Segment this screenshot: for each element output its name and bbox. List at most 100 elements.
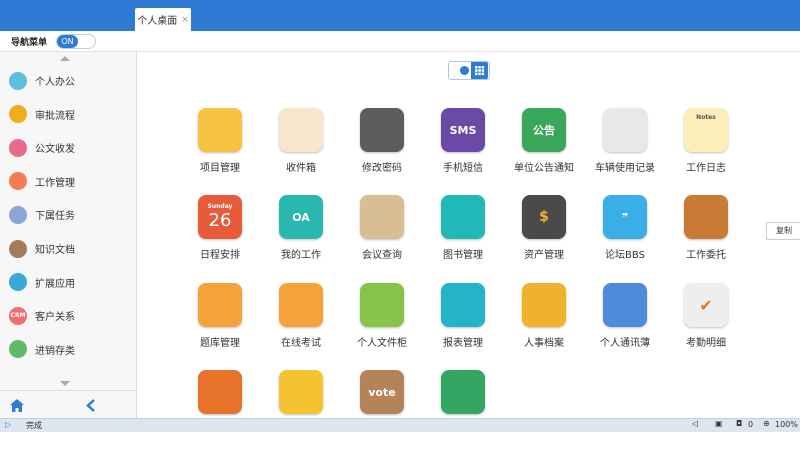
tab-personal-desktop[interactable]: 个人桌面 × (135, 8, 191, 31)
app-tile[interactable]: 公告 单位公告通知 (504, 108, 584, 188)
home-icon[interactable] (10, 399, 24, 412)
scroll-down-icon[interactable] (60, 381, 70, 386)
zoom-icon[interactable]: ⊕ (763, 419, 770, 428)
sidebar-item[interactable]: 知识文档 (0, 232, 136, 265)
clock-icon (198, 283, 242, 327)
app-tile[interactable]: 个人文件柜 (342, 283, 422, 363)
app-tile[interactable]: 个人通讯薄 (585, 283, 665, 363)
approval-icon (9, 105, 27, 124)
app-tile[interactable]: 修改密码 (342, 108, 422, 188)
sidebar-item[interactable]: 个人办公 (0, 64, 136, 97)
sidebar-item[interactable]: CRM 客户关系 (0, 299, 136, 332)
app-tile[interactable]: ❞ 论坛BBS (585, 195, 665, 275)
app-tile[interactable]: 收件箱 (261, 108, 341, 188)
calendar-icon: Sunday 26 (198, 195, 242, 239)
toggle-on-label: ON (57, 35, 78, 48)
app-tile[interactable]: SMS 手机短信 (423, 108, 503, 188)
sidebar-item[interactable]: 审批流程 (0, 98, 136, 131)
sidebar-item[interactable]: 进销存类 (0, 333, 136, 366)
app-icon-badge: $ (539, 209, 549, 225)
app-tile[interactable]: 在线考试 (261, 283, 341, 363)
app-icon-badge: ✔ (699, 295, 713, 315)
app-tile[interactable]: vote (342, 370, 422, 450)
collapse-icon[interactable] (86, 399, 95, 412)
app-label: 收件箱 (286, 163, 316, 174)
copy-button[interactable]: 复制 (766, 222, 800, 240)
app-icon-text: 公告 (522, 108, 566, 152)
app-tile[interactable]: 人事档案 (504, 283, 584, 363)
sms-icon: SMS (441, 108, 485, 152)
grid-view-icon[interactable] (471, 62, 488, 79)
sidebar-item[interactable]: 工作管理 (0, 165, 136, 198)
app-tile[interactable]: 图书管理 (423, 195, 503, 275)
app-tile[interactable]: 报表管理 (423, 283, 503, 363)
app-label: 会议查询 (362, 250, 402, 261)
wallet-icon: $ (522, 195, 566, 239)
app-tile[interactable] (261, 370, 341, 450)
app-label: 工作日志 (686, 163, 726, 174)
app-tile[interactable]: Sunday 26 日程安排 (180, 195, 260, 275)
app-tile[interactable]: 会议查询 (342, 195, 422, 275)
zoom-level[interactable]: 100% (775, 420, 798, 429)
team-icon (9, 205, 27, 224)
app-icon-text: SMS (441, 108, 485, 152)
app-tile[interactable]: ✔ 考勤明细 (666, 283, 746, 363)
sidebar-item[interactable]: 公文收发 (0, 131, 136, 164)
app-tile[interactable] (423, 370, 503, 450)
sidebar-item-label: 知识文档 (35, 245, 75, 256)
scroll-up-icon[interactable] (60, 56, 70, 61)
close-icon[interactable]: × (181, 15, 189, 25)
app-icon-text: $ (522, 195, 566, 239)
app-label: 人事档案 (524, 338, 564, 349)
blocked-count: 0 (748, 420, 754, 429)
tab-label: 个人桌面 (137, 16, 178, 27)
puzzle-icon (9, 273, 27, 292)
app-icon-text: Sunday 26 (198, 195, 242, 239)
gauge-icon (603, 108, 647, 152)
app-tile[interactable] (180, 370, 260, 450)
meeting-icon (360, 195, 404, 239)
speaker-icon: ◁ (692, 419, 699, 428)
app-tile[interactable]: 工作委托 (666, 195, 746, 275)
notebook-icon (198, 108, 242, 152)
nav-menu-toggle[interactable]: ON (56, 34, 96, 49)
app-tile[interactable]: 题库管理 (180, 283, 260, 363)
app-label: 考勤明细 (686, 338, 726, 349)
inbox-icon (279, 108, 323, 152)
lock-icon: ▣ (715, 419, 723, 428)
app-tile[interactable]: 项目管理 (180, 108, 260, 188)
app-label: 我的工作 (281, 250, 321, 261)
app-label: 车辆使用记录 (595, 163, 655, 174)
person-icon (9, 71, 27, 90)
chart-icon (441, 283, 485, 327)
app-icon-badge: Notes (696, 113, 716, 121)
app-tile[interactable]: 车辆使用记录 (585, 108, 665, 188)
app-icon-badge: vote (368, 385, 396, 399)
contacts-icon (603, 283, 647, 327)
sidebar-item[interactable]: 扩展应用 (0, 266, 136, 299)
view-toggle[interactable] (448, 61, 490, 80)
app-tile[interactable]: OA 我的工作 (261, 195, 341, 275)
app-label: 个人文件柜 (357, 338, 407, 349)
app-tile[interactable]: $ 资产管理 (504, 195, 584, 275)
app-label: 单位公告通知 (514, 163, 574, 174)
app-icon-text: Notes (684, 108, 728, 152)
app-label: 资产管理 (524, 250, 564, 261)
sidebar-item-label: 公文收发 (35, 144, 75, 156)
shield-icon: ◘ (736, 419, 743, 428)
sidebar-item-label: 下属任务 (35, 211, 75, 223)
quote-icon: ❞ (603, 195, 647, 239)
book-icon (9, 239, 27, 258)
list-view-icon[interactable] (460, 66, 469, 75)
app-label: 个人通讯薄 (600, 338, 650, 349)
sidebar-item-label: 工作管理 (35, 177, 75, 189)
app-label: 手机短信 (443, 163, 483, 174)
app-label: 报表管理 (443, 338, 483, 349)
personnel-icon (522, 283, 566, 327)
app-tile[interactable]: Notes 工作日志 (666, 108, 746, 188)
settings-icon (360, 108, 404, 152)
sidebar-item[interactable]: 下属任务 (0, 198, 136, 231)
app-icon-text: ✔ (684, 283, 728, 327)
app-icon-badge: 公告 (533, 124, 555, 137)
document-icon (9, 138, 27, 157)
